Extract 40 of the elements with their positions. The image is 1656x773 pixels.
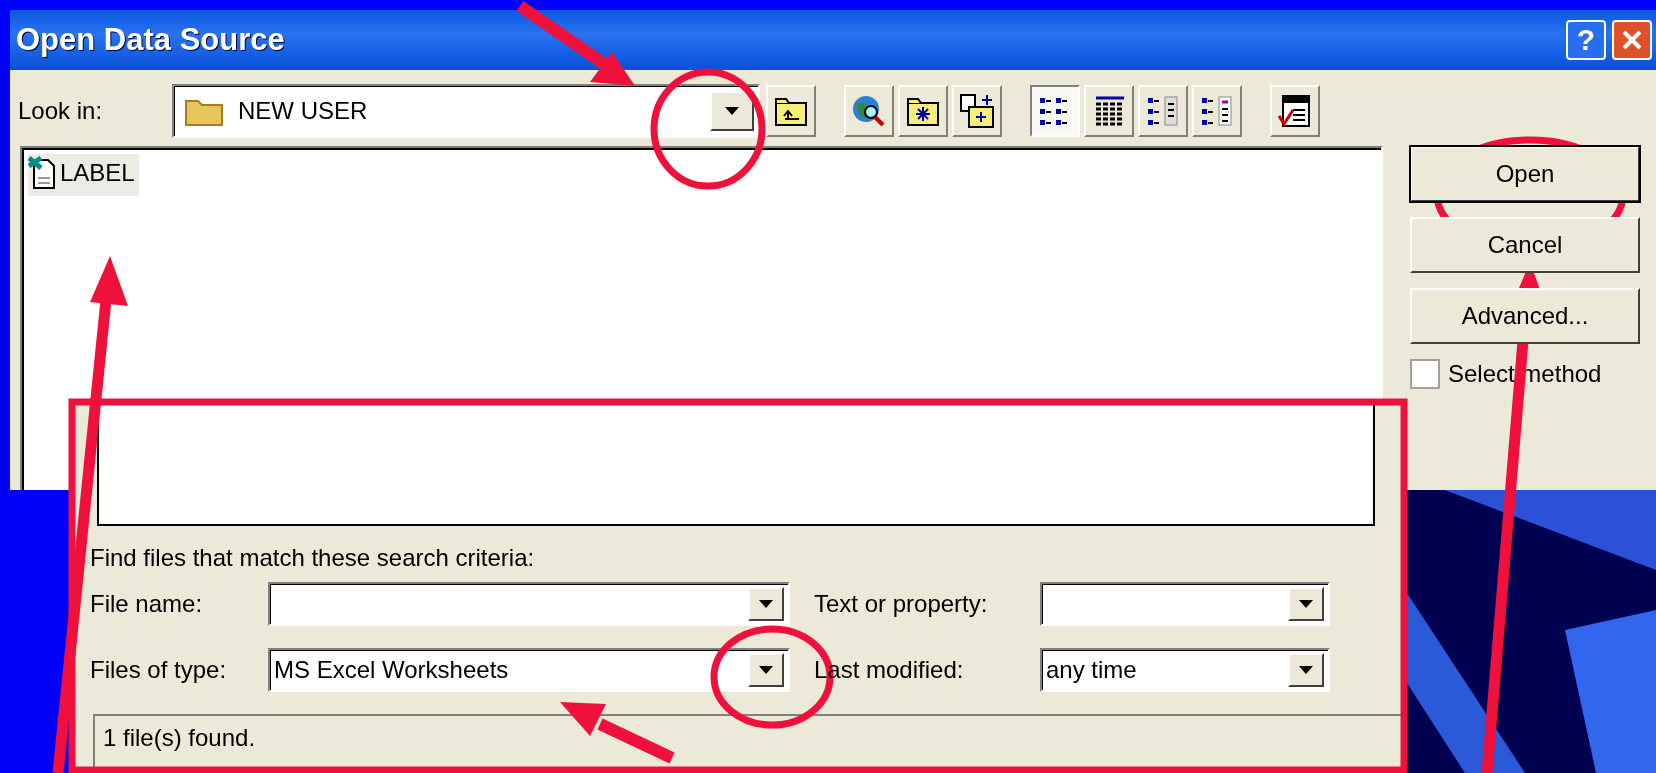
dropdown-button[interactable] <box>748 652 784 687</box>
caret-icon <box>725 107 739 115</box>
caret-icon <box>1299 599 1313 608</box>
tools-button[interactable] <box>1270 85 1320 137</box>
web-search-button[interactable] <box>844 85 894 137</box>
caret-icon <box>759 665 773 674</box>
up-folder-button[interactable] <box>766 85 816 137</box>
view-icon <box>1200 94 1234 128</box>
combo-field[interactable]: MS Excel Worksheets <box>268 647 790 692</box>
field-label: Files of type: <box>90 655 228 684</box>
checkbox[interactable] <box>1410 359 1440 389</box>
window-title: Open Data Source <box>16 22 285 58</box>
field-label: Text or property: <box>813 589 989 618</box>
caret-icon <box>1299 665 1313 674</box>
combo-field[interactable] <box>268 581 790 626</box>
new-folder-button[interactable] <box>898 85 948 137</box>
view-button[interactable] <box>1030 85 1080 137</box>
globe-icon <box>851 94 887 128</box>
status-text: 1 file(s) found. <box>103 723 256 751</box>
file-item[interactable]: LABEL <box>28 154 139 196</box>
dropdown-button[interactable] <box>1288 652 1324 687</box>
view-icon <box>1146 94 1180 128</box>
dropdown-button[interactable] <box>1288 586 1324 621</box>
look-in-combo[interactable]: NEW USER <box>172 84 760 138</box>
help-button[interactable]: ? <box>1566 20 1606 60</box>
dialog-button[interactable]: Advanced... <box>1410 288 1640 344</box>
checklist-icon <box>1277 94 1313 128</box>
dropdown-button[interactable] <box>748 586 784 621</box>
add-folder-icon <box>959 93 995 129</box>
close-icon <box>1621 29 1643 51</box>
caret-icon <box>759 599 773 608</box>
dropdown-button[interactable] <box>710 91 754 131</box>
combo-field[interactable]: any time <box>1040 647 1330 692</box>
search-heading: Find files that match these search criteria: <box>90 543 536 572</box>
field-label: Look in: <box>18 97 104 125</box>
data-file-icon <box>28 156 58 190</box>
combo-field[interactable] <box>1040 581 1330 626</box>
field-label: File name: <box>90 589 204 618</box>
close-button[interactable] <box>1612 20 1652 60</box>
add-folder-button[interactable] <box>952 85 1002 137</box>
